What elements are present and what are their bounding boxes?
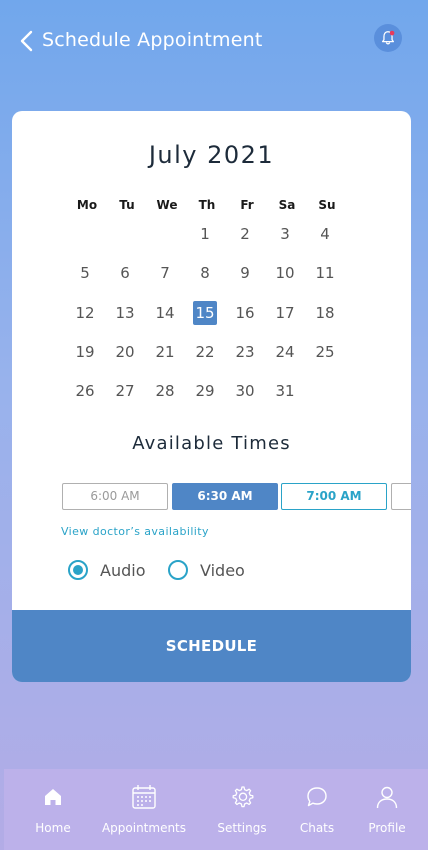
calendar-day[interactable]: 5 <box>68 261 102 285</box>
nav-label-settings: Settings <box>217 821 267 835</box>
audio-label: Audio <box>100 560 146 580</box>
user-icon <box>373 783 401 811</box>
app-header: Schedule Appointment <box>0 0 428 84</box>
calendar-day[interactable]: 31 <box>268 379 302 403</box>
calendar-day[interactable]: 28 <box>148 379 182 403</box>
calendar-day[interactable]: 7 <box>148 261 182 285</box>
calendar-day[interactable]: 13 <box>108 301 142 325</box>
nav-item-chats[interactable]: Chats <box>294 769 340 850</box>
nav-item-settings[interactable]: Settings <box>212 769 272 850</box>
back-button[interactable] <box>16 28 40 54</box>
calendar-day[interactable]: 18 <box>308 301 342 325</box>
calendar-day[interactable]: 24 <box>268 340 302 364</box>
notification-dot <box>389 30 395 36</box>
calendar-day[interactable]: 29 <box>188 379 222 403</box>
calendar-day[interactable]: 8 <box>188 261 222 285</box>
calendar-day[interactable]: 6 <box>108 261 142 285</box>
nav-label-home: Home <box>35 821 71 835</box>
calendar-day[interactable]: 20 <box>108 340 142 364</box>
calendar-day[interactable]: 27 <box>108 379 142 403</box>
calendar-day[interactable]: 22 <box>188 340 222 364</box>
time-slot-2[interactable]: 6:30 AM <box>172 483 278 510</box>
calendar-day[interactable]: 10 <box>268 261 302 285</box>
schedule-button[interactable]: SCHEDULE <box>12 610 411 682</box>
available-times-title: Available Times <box>132 433 291 454</box>
chat-icon <box>303 783 331 811</box>
video-label: Video <box>200 560 245 580</box>
audio-radio[interactable]: Audio <box>68 559 145 581</box>
notifications-button[interactable] <box>374 24 402 52</box>
calendar-day[interactable]: 1 <box>188 222 222 246</box>
calendar-day[interactable]: 14 <box>148 301 182 325</box>
calendar-icon <box>130 783 158 811</box>
calendar-day[interactable]: 16 <box>228 301 262 325</box>
calendar-day[interactable]: 3 <box>268 222 302 246</box>
video-radio-circle[interactable] <box>168 560 188 580</box>
home-icon <box>39 783 67 811</box>
time-slot-4[interactable] <box>391 483 411 510</box>
time-slots: 6:00 AM 6:30 AM 7:00 AM <box>62 483 411 511</box>
bell-icon <box>381 30 395 45</box>
calendar-day[interactable]: 26 <box>68 379 102 403</box>
calendar-day[interactable]: 9 <box>228 261 262 285</box>
page-title: Schedule Appointment <box>42 29 263 51</box>
calendar-day[interactable]: 21 <box>148 340 182 364</box>
calendar-grid: 1 2 3 4 5 6 7 8 9 10 11 12 13 14 15 16 17 18 19 20 21 22 23 24 2… <box>12 111 411 411</box>
nav-item-home[interactable]: Home <box>32 769 74 850</box>
calendar-day[interactable]: 2 <box>228 222 262 246</box>
calendar-day[interactable]: 25 <box>308 340 342 364</box>
nav-item-appointments[interactable]: Appointments <box>100 769 188 850</box>
gear-icon <box>228 783 256 811</box>
time-slot-1[interactable]: 6:00 AM <box>62 483 168 510</box>
nav-label-chats: Chats <box>299 821 335 835</box>
view-availability-link[interactable]: View doctor’s availability <box>61 525 209 538</box>
calendar-day[interactable]: 23 <box>228 340 262 364</box>
video-radio[interactable]: Video <box>168 559 245 581</box>
calendar-day[interactable]: 17 <box>268 301 302 325</box>
bottom-nav: Home Appointments Settings Chats Profile <box>4 769 428 850</box>
nav-label-appointments: Appointments <box>101 821 187 835</box>
calendar-day[interactable]: 12 <box>68 301 102 325</box>
audio-radio-circle[interactable] <box>68 560 88 580</box>
nav-label-profile: Profile <box>368 821 406 835</box>
calendar-day[interactable]: 11 <box>308 261 342 285</box>
call-type-group: Audio Video <box>68 559 368 581</box>
calendar-day-selected[interactable]: 15 <box>193 301 217 325</box>
appointment-card: July 2021 Mo Tu We Th Fr Sa Su 1 2 3 4 5 6 7 8 9 10 11 12… <box>12 111 411 682</box>
nav-item-profile[interactable]: Profile <box>365 769 409 850</box>
chevron-left-icon <box>20 30 33 52</box>
time-slot-3[interactable]: 7:00 AM <box>281 483 387 510</box>
calendar-day[interactable]: 4 <box>308 222 342 246</box>
calendar-day[interactable]: 30 <box>228 379 262 403</box>
calendar-day[interactable]: 19 <box>68 340 102 364</box>
